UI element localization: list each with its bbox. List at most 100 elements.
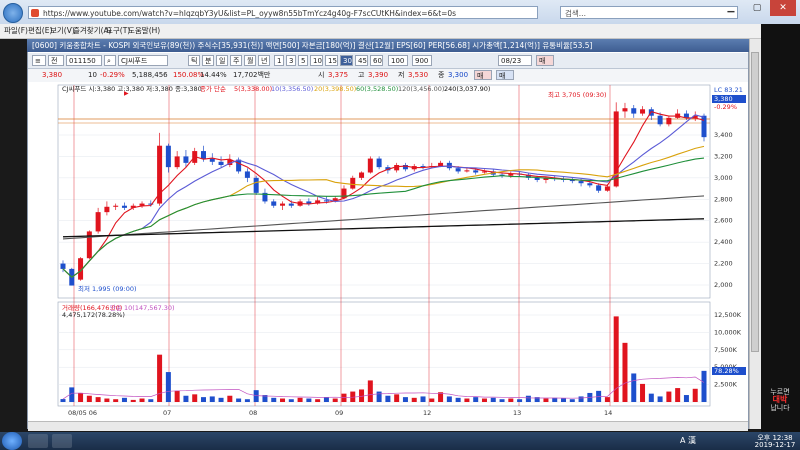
search-icon[interactable]: ⌕ [104, 55, 116, 66]
period-month-button[interactable]: 월 [244, 55, 256, 66]
close-icon[interactable]: ✕ [770, 0, 796, 16]
range-input[interactable]: 900 [412, 55, 432, 66]
volume-bar [578, 396, 584, 402]
maximize-icon[interactable]: ▢ [744, 0, 770, 16]
volume-bar [683, 395, 689, 402]
candle-body [104, 206, 110, 213]
price-axis-label: 2,400 [714, 238, 733, 246]
date-axis-label: 07 [163, 409, 171, 417]
volume-bar [280, 398, 286, 402]
stock-name-field[interactable]: CJ씨푸드 [118, 55, 168, 66]
candle-body [218, 161, 224, 165]
volume-axis-label: 2,500K [714, 381, 738, 389]
period-year-button[interactable]: 년 [258, 55, 270, 66]
candle-body [271, 201, 277, 206]
volume-bar [288, 399, 294, 402]
open-price: 3,375 [328, 71, 349, 79]
volume-bar [411, 397, 417, 402]
count-input[interactable]: 100 [388, 55, 408, 66]
ime-indicator[interactable]: A 漢 [680, 435, 696, 446]
candle-body [200, 151, 206, 159]
candle-body [455, 168, 461, 172]
watermark-line3: 납니다 [770, 404, 790, 412]
date-input[interactable]: 08/23 [498, 55, 532, 66]
price-axis-label: 2,800 [714, 195, 733, 203]
volume-bar [192, 394, 198, 402]
buy-button-2[interactable]: 매수 [474, 70, 492, 91]
date-axis-label: 13 [513, 409, 521, 417]
ie-taskbar-icon[interactable] [28, 434, 48, 448]
explorer-taskbar-icon[interactable] [52, 434, 72, 448]
search-input[interactable]: 검색... [560, 6, 738, 19]
menu-icon[interactable]: ≡ [32, 55, 46, 66]
volume-bar [481, 398, 487, 402]
menu-edit[interactable]: 편집(E) [28, 24, 52, 38]
ma60-legend: 60(3,528.50) [356, 85, 398, 93]
minute-30-button[interactable]: 30 [340, 55, 353, 66]
period-day-button[interactable]: 일 [216, 55, 228, 66]
market-select[interactable]: 전 [48, 55, 64, 66]
high-arrow-icon: ▶ [124, 90, 129, 97]
minute-3-button[interactable]: 3 [286, 55, 296, 66]
volume-bar [446, 396, 452, 402]
volume-axis-label: 10,000K [714, 328, 742, 336]
candle-body [473, 170, 479, 173]
start-button-icon[interactable] [2, 432, 22, 450]
menu-file[interactable]: 파일(F) [4, 24, 28, 38]
horizontal-scrollbar[interactable] [28, 421, 748, 431]
minute-1-button[interactable]: 1 [274, 55, 284, 66]
close-label: 종 [438, 71, 445, 79]
date-axis-label: 08 [249, 409, 257, 417]
high-label: 고 [358, 71, 365, 79]
volume-bar [157, 354, 163, 402]
candle-body [60, 263, 66, 269]
period-tick-button[interactable]: 틱 [188, 55, 200, 66]
stock-code-input[interactable]: 011150 [66, 55, 102, 66]
back-button[interactable] [3, 3, 23, 23]
minute-45-button[interactable]: 45 [355, 55, 368, 66]
menu-tools[interactable]: 도구(T) [106, 24, 130, 38]
period-week-button[interactable]: 주 [230, 55, 242, 66]
low-annotation: 최저 1,995 (09:00) [78, 284, 137, 293]
volume-bar [367, 380, 373, 402]
minute-5-button[interactable]: 5 [298, 55, 308, 66]
vertical-scroll-thumb[interactable] [751, 52, 759, 352]
period-minute-button[interactable]: 분 [202, 55, 214, 66]
minute-15-button[interactable]: 15 [325, 55, 338, 66]
ma240-legend: 240(3,037.90) [444, 85, 490, 93]
change-pct: -0.29% [100, 71, 125, 79]
volume-bar [113, 399, 119, 402]
volume-bar [490, 397, 496, 402]
price-top-label: LC 83.21 [714, 86, 743, 94]
candle-body [95, 212, 101, 232]
volume-bar [613, 316, 619, 402]
ma5-legend: 5(3,338.00) [234, 85, 272, 93]
candle-body [578, 181, 584, 184]
candle-body [657, 115, 663, 125]
volume-bar [209, 396, 215, 402]
candle-body [587, 183, 593, 186]
clock-date[interactable]: 2019-12-17 [752, 441, 798, 449]
volume-bar [218, 397, 224, 402]
price-chart[interactable]: 3,400 3,200 3,000 2,800 2,600 2,400 2,200 2,000… [28, 82, 748, 422]
menu-view[interactable]: 보기(V) [50, 24, 75, 38]
date-axis-label: 08/05 06 [68, 409, 97, 417]
volume-bar [675, 388, 681, 402]
volume-axis-label: 7,500K [714, 346, 738, 354]
menu-help[interactable]: 도움말(H) [128, 24, 160, 38]
volume-bar [332, 398, 338, 402]
change-count: 10 [88, 71, 97, 79]
date-axis-label: 14 [604, 409, 612, 417]
candle-body [631, 108, 637, 114]
volume-bar [271, 397, 277, 402]
address-bar[interactable]: https://www.youtube.com/watch?v=hIqzqbY3… [28, 6, 538, 19]
minute-60-button[interactable]: 60 [370, 55, 383, 66]
sell-button[interactable]: 매도 [496, 70, 514, 91]
volume-bar [648, 393, 654, 402]
volume-bar [402, 397, 408, 402]
youtube-favicon-icon [31, 9, 39, 17]
buy-button[interactable]: 매수 [536, 55, 554, 76]
candle-body [157, 145, 163, 204]
minute-10-button[interactable]: 10 [310, 55, 323, 66]
minimize-icon[interactable]: ▁ [718, 0, 744, 16]
